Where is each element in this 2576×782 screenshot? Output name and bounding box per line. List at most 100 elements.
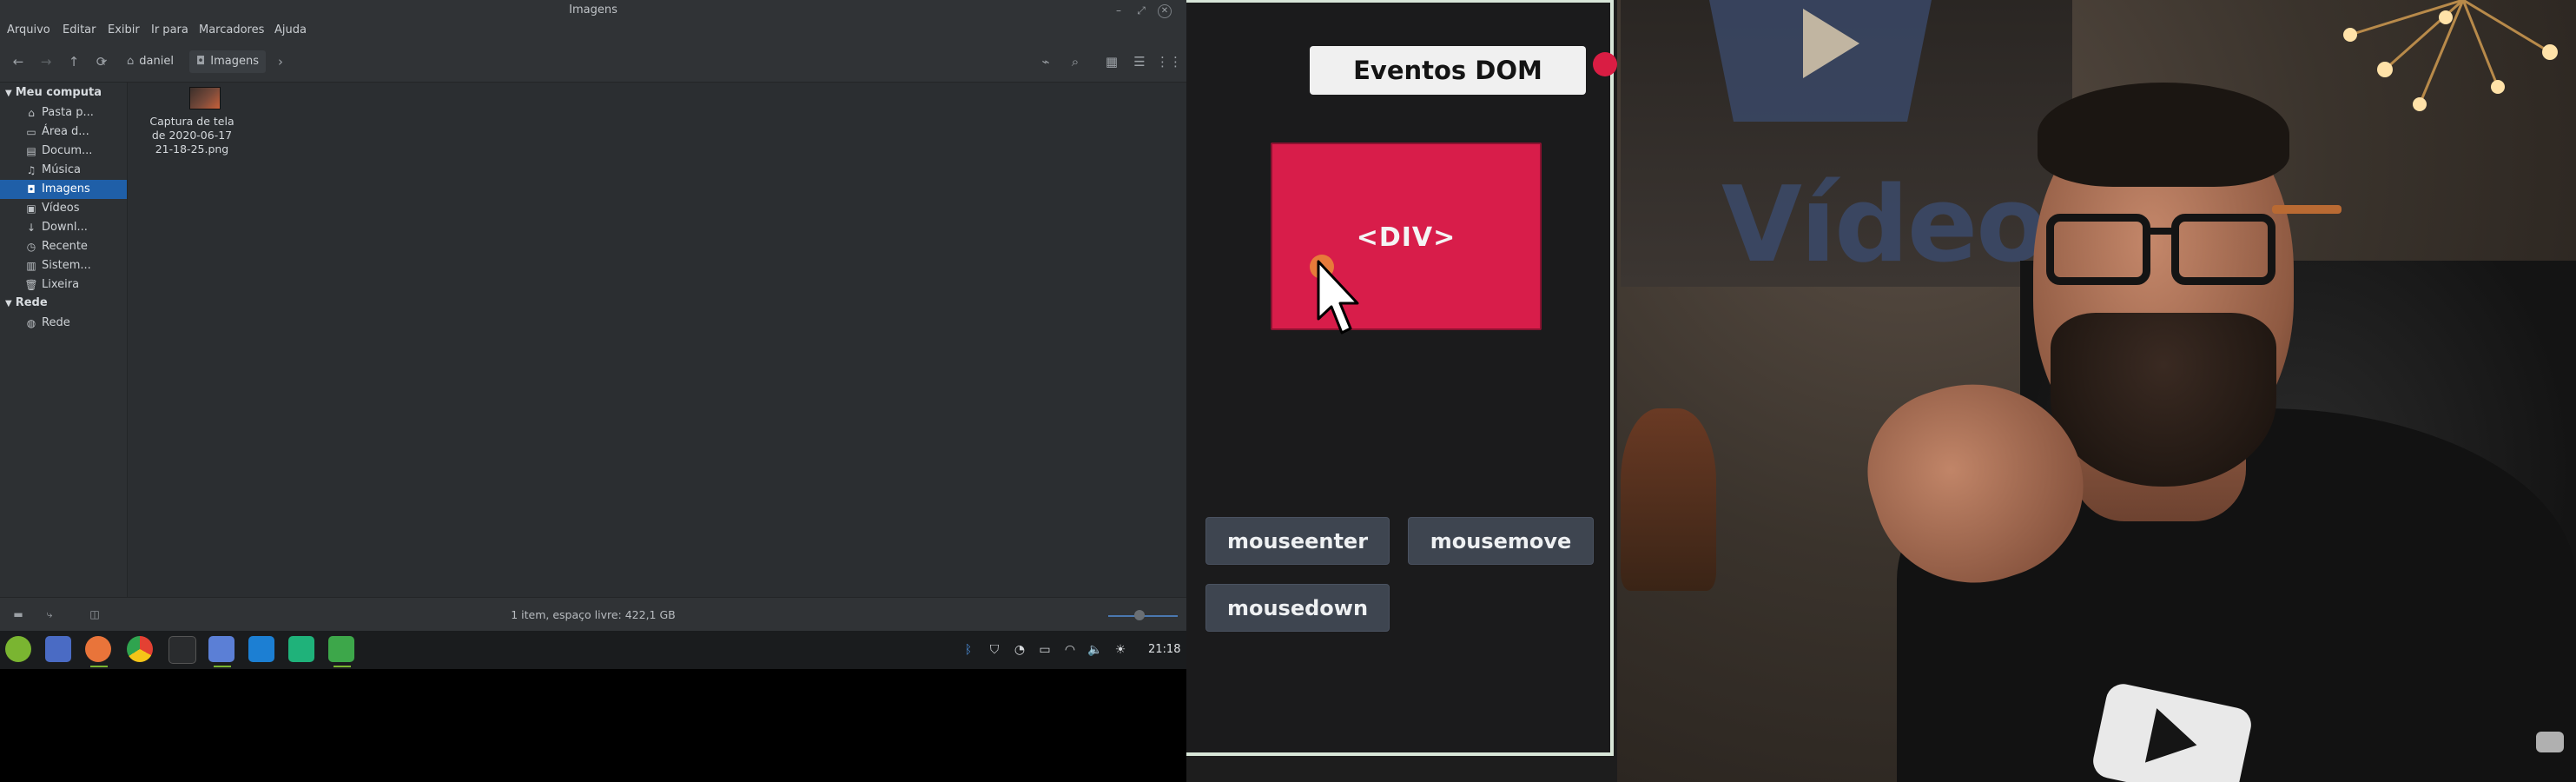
vscode-icon[interactable] (248, 636, 274, 662)
files-icon[interactable] (208, 636, 234, 662)
breadcrumb-home[interactable]: ⌂ daniel (120, 50, 181, 73)
glasses-icon (2171, 214, 2275, 285)
div-box: <DIV> (1271, 142, 1542, 330)
active-app-indicator (90, 666, 108, 667)
clock[interactable]: 21:18 (1148, 643, 1180, 656)
network-icon: ◍ (26, 317, 36, 329)
sidebar-item-pasta-pessoal[interactable]: ⌂ Pasta p... (0, 103, 127, 123)
slide-title: Eventos DOM (1310, 46, 1586, 95)
file-name-line: de 2020-06-17 (151, 129, 233, 142)
maximize-icon[interactable]: ⤢ (1133, 3, 1149, 18)
taskbar: ᛒ ⛉ ◔ ▭ ◠ 🔈 ☀ 21:18 (0, 631, 1186, 669)
window-title: Imagens (569, 3, 618, 17)
firefox-icon[interactable] (85, 636, 111, 662)
breadcrumb-right-icon[interactable]: › (274, 50, 287, 73)
sidebar-item-recente[interactable]: ◷ Recente (0, 237, 127, 256)
record-indicator (1593, 52, 1617, 76)
download-icon: ↓ (26, 222, 36, 234)
search-icon[interactable]: ⌕ (1064, 50, 1087, 73)
video-frame: Vídeo Eventos DOM <DIV> mouseenter mouse… (1186, 0, 2576, 782)
menu-ir-para[interactable]: Ir para (151, 23, 188, 36)
update-icon[interactable]: ◔ (1011, 641, 1028, 659)
menu-exibir[interactable]: Exibir (108, 23, 140, 36)
close-icon[interactable]: ✕ (1158, 4, 1172, 18)
file-view[interactable] (128, 83, 1186, 597)
file-manager-window: Imagens – ⤢ ✕ Arquivo Editar Exibir Ir p… (0, 0, 1186, 632)
window-titlebar[interactable]: Imagens – ⤢ ✕ (0, 0, 1186, 22)
camera-icon: ◘ (196, 55, 206, 68)
breadcrumb-imagens[interactable]: ◘ Imagens (189, 50, 267, 73)
sidebar-item-sistema[interactable]: ▥ Sistem... (0, 256, 127, 275)
sidebar-item-rede[interactable]: ◍ Rede (0, 314, 127, 333)
menu-arquivo[interactable]: Arquivo (7, 23, 50, 36)
file-name[interactable]: Captura de tela de 2020-06-17 21-18-25.p… (144, 115, 240, 156)
youtube-watermark-icon[interactable] (2536, 732, 2564, 752)
up-icon[interactable]: ↑ (63, 50, 85, 73)
sidebar-item-area-de-trabalho[interactable]: ▭ Área d... (0, 123, 127, 142)
brightness-icon[interactable]: ☀ (1112, 641, 1129, 659)
menu-marcadores[interactable]: Marcadores (199, 23, 264, 36)
trash-icon: 🗑 (24, 279, 38, 291)
toolbar: ← → ↑ ⟳ ‹ ⌂ daniel ◘ Imagens › ⌁ ⌕ ▦ ☰ ⋮⋮ (0, 40, 1186, 83)
battery-icon[interactable]: ▭ (1036, 641, 1054, 659)
div-label: <DIV> (1356, 222, 1456, 253)
icon-view-icon[interactable]: ▦ (1100, 50, 1123, 73)
bluetooth-icon[interactable]: ᛒ (960, 641, 977, 659)
background-logo-text: Vídeo (1721, 165, 2048, 286)
screenshot-icon[interactable] (328, 636, 354, 662)
glasses-bridge (2146, 228, 2176, 235)
sidebar-section-computer[interactable]: ▼ Meu computa (5, 86, 102, 99)
minimize-icon[interactable]: – (1111, 3, 1126, 18)
desktop-icon[interactable] (45, 636, 71, 662)
sidebar-item-documentos[interactable]: ▤ Docum... (0, 142, 127, 161)
sidebar-item-videos[interactable]: ▣ Vídeos (0, 199, 127, 218)
volume-icon[interactable]: 🔈 (1087, 641, 1104, 659)
breadcrumb-label: daniel (139, 55, 174, 68)
back-icon[interactable]: ← (7, 50, 30, 73)
sidebar-section-title: Meu computa (15, 86, 102, 99)
statusbar: ▬ ⤷ ◫ 1 item, espaço livre: 422,1 GB (0, 597, 1186, 632)
presenter-beard (2051, 313, 2276, 487)
menu-editar[interactable]: Editar (63, 23, 96, 36)
drive-icon: ▥ (26, 260, 36, 272)
sidebar-item-imagens[interactable]: ◘ Imagens (0, 180, 127, 199)
forward-icon[interactable]: → (35, 50, 57, 73)
mint-menu-icon[interactable] (5, 636, 31, 662)
location-toggle-icon[interactable]: ⌁ (1034, 50, 1057, 73)
expand-arrow-icon: ▼ (5, 299, 12, 308)
sidebar-item-downloads[interactable]: ↓ Downl... (0, 218, 127, 237)
active-app-indicator (334, 666, 351, 667)
sidebar-item-lixeira[interactable]: 🗑 Lixeira (0, 275, 127, 295)
video-icon: ▣ (26, 202, 36, 215)
action-figure (1621, 408, 1716, 591)
file-name-line: Captura de tela (149, 115, 234, 128)
wifi-icon[interactable]: ◠ (1061, 641, 1079, 659)
menu-ajuda[interactable]: Ajuda (274, 23, 307, 36)
terminal-icon[interactable] (168, 636, 196, 664)
sidebar-section-network[interactable]: ▼ Rede (5, 296, 48, 309)
shield-icon[interactable]: ⛉ (986, 641, 1003, 659)
desktop-icon: ▭ (26, 126, 36, 138)
document-icon: ▤ (26, 145, 36, 157)
menubar: Arquivo Editar Exibir Ir para Marcadores… (0, 21, 1186, 40)
list-view-icon[interactable]: ☰ (1128, 50, 1151, 73)
presenter-hair (2038, 83, 2289, 187)
sidebar-item-musica[interactable]: ♫ Música (0, 161, 127, 180)
home-icon: ⌂ (127, 55, 135, 68)
slide-panel: Eventos DOM <DIV> mouseenter mousemove m… (1186, 0, 1614, 756)
file-name-line: 21-18-25.png (155, 142, 229, 156)
pycharm-icon[interactable] (288, 636, 314, 662)
breadcrumb-label: Imagens (210, 55, 260, 68)
clock-icon: ◷ (26, 241, 36, 253)
event-mouseenter: mouseenter (1205, 517, 1390, 565)
home-icon: ⌂ (28, 107, 35, 119)
chrome-icon[interactable] (127, 636, 153, 662)
status-text: 1 item, espaço livre: 422,1 GB (511, 608, 676, 621)
expand-arrow-icon: ▼ (5, 89, 12, 98)
breadcrumb-left-icon[interactable]: ‹ (97, 50, 109, 73)
zoom-slider-handle[interactable] (1134, 610, 1145, 620)
file-thumbnail[interactable] (189, 87, 221, 109)
compact-view-icon[interactable]: ⋮⋮ (1156, 50, 1182, 73)
glasses-icon (2046, 214, 2150, 285)
event-mousedown: mousedown (1205, 584, 1390, 632)
